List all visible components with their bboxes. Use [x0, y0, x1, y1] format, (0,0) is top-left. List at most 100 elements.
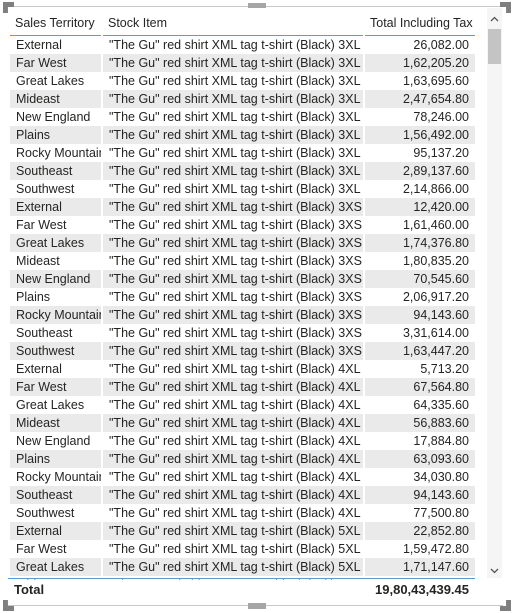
table-row[interactable]: Southeast "The Gu" red shirt XML tag t-sh…: [9, 324, 476, 342]
cell-sales-territory: Plains: [16, 290, 51, 304]
cell-total-including-tax: 1,63,695.60: [402, 74, 469, 88]
column-header-sales-territory[interactable]: Sales Territory: [9, 8, 102, 36]
total-row-label: Total: [14, 582, 45, 597]
cell-sales-territory: New England: [16, 110, 91, 124]
data-table: Sales Territory Stock Item Total Includi…: [8, 8, 477, 594]
cell-total-including-tax: 3,31,614.00: [402, 326, 469, 340]
cell-sales-territory: Mideast: [16, 254, 60, 268]
cell-total-including-tax: 95,137.20: [413, 146, 469, 160]
table-header-row: Sales Territory Stock Item Total Includi…: [9, 8, 476, 36]
table-row[interactable]: Plains "The Gu" red shirt XML tag t-shirt…: [8, 126, 477, 144]
column-header-total-including-tax[interactable]: Total Including Tax: [364, 8, 476, 36]
table-row[interactable]: Mideast"The Gu" red shirt XML tag t-shir…: [9, 252, 476, 270]
cell-stock-item: "The Gu" red shirt XML tag t-shirt (Blac…: [109, 182, 361, 196]
table-row[interactable]: Mideast"The Gu" red shirt XML tag t-shir…: [8, 90, 477, 108]
resize-handle-bottom-center[interactable]: [248, 603, 266, 609]
cell-total-including-tax: 22,852.80: [363, 522, 477, 540]
table-row[interactable]: Southwest "The Gu" red shirt XML tag t-sh…: [9, 504, 476, 522]
cell-stock-item: "The Gu" red shirt XML tag t-shirt (Blac…: [101, 342, 365, 360]
table-row[interactable]: Rocky Mountain "The Gu" red shirt XML tag…: [8, 306, 477, 324]
table-row[interactable]: Far West "The Gu" red shirt XML tag t-shi…: [8, 54, 477, 72]
table-body: External "The Gu" red shirt XML tag t-shi…: [8, 36, 477, 595]
table-row[interactable]: Mideast"The Gu" red shirt XML tag t-shir…: [8, 414, 477, 432]
table-scroll-area[interactable]: Sales Territory Stock Item Total Includi…: [8, 8, 505, 598]
cell-stock-item: "The Gu" red shirt XML tag t-shirt (Blac…: [109, 506, 361, 520]
cell-total-including-tax: 2,06,917.20: [402, 290, 469, 304]
table-row[interactable]: Far West "The Gu" red shirt XML tag t-shi…: [9, 540, 476, 558]
cell-total-including-tax: 17,884.80: [413, 434, 469, 448]
table-row[interactable]: Southeast "The Gu" red shirt XML tag t-sh…: [8, 486, 477, 504]
cell-total-including-tax: 70,545.60: [363, 270, 477, 288]
cell-stock-item: "The Gu" red shirt XML tag t-shirt (Blac…: [109, 110, 361, 124]
cell-sales-territory: External: [8, 198, 103, 216]
cell-sales-territory: Plains: [8, 126, 103, 144]
cell-sales-territory: Great Lakes: [16, 398, 85, 412]
table-row[interactable]: New England "The Gu" red shirt XML tag t-…: [8, 270, 477, 288]
cell-total-including-tax: 1,63,447.20: [363, 342, 477, 360]
cell-stock-item: "The Gu" red shirt XML tag t-shirt (Blac…: [101, 558, 365, 576]
table-row[interactable]: Great Lakes "The Gu" red shirt XML tag t-…: [9, 396, 476, 414]
cell-total-including-tax: 2,89,137.60: [363, 162, 477, 180]
cell-total-including-tax: 63,093.60: [363, 450, 477, 468]
cell-sales-territory: Southwest: [8, 342, 103, 360]
table-row[interactable]: Southeast "The Gu" red shirt XML tag t-sh…: [8, 162, 477, 180]
table-row[interactable]: Rocky Mountain "The Gu" red shirt XML tag…: [9, 144, 476, 162]
table-row[interactable]: Far West "The Gu" red shirt XML tag t-shi…: [8, 378, 477, 396]
table-row[interactable]: External "The Gu" red shirt XML tag t-shi…: [8, 198, 477, 216]
cell-stock-item: "The Gu" red shirt XML tag t-shirt (Blac…: [109, 74, 361, 88]
cell-sales-territory: Southwest: [16, 182, 75, 196]
cell-stock-item: "The Gu" red shirt XML tag t-shirt (Blac…: [109, 326, 362, 340]
cell-sales-territory: Mideast: [8, 90, 103, 108]
cell-stock-item: "The Gu" red shirt XML tag t-shirt (Blac…: [101, 306, 365, 324]
cell-stock-item: "The Gu" red shirt XML tag t-shirt (Blac…: [101, 522, 365, 540]
cell-stock-item: "The Gu" red shirt XML tag t-shirt (Blac…: [101, 90, 365, 108]
table-row[interactable]: New England "The Gu" red shirt XML tag t-…: [9, 108, 476, 126]
table-row[interactable]: Plains "The Gu" red shirt XML tag t-shirt…: [8, 450, 477, 468]
cell-stock-item: "The Gu" red shirt XML tag t-shirt (Blac…: [109, 218, 362, 232]
table-row[interactable]: Plains "The Gu" red shirt XML tag t-shirt…: [9, 288, 476, 306]
total-row: Total 19,80,43,439.45: [8, 580, 475, 599]
cell-total-including-tax: 1,80,835.20: [402, 254, 469, 268]
cell-total-including-tax: 1,74,376.80: [363, 234, 477, 252]
table-row[interactable]: Great Lakes "The Gu" red shirt XML tag t-…: [8, 234, 477, 252]
scroll-up-button[interactable]: [487, 11, 502, 26]
table-row[interactable]: External "The Gu" red shirt XML tag t-shi…: [9, 360, 476, 378]
cell-total-including-tax: 78,246.00: [413, 110, 469, 124]
cell-stock-item: "The Gu" red shirt XML tag t-shirt (Blac…: [109, 542, 361, 556]
cell-total-including-tax: 64,335.60: [413, 398, 469, 412]
cell-total-including-tax: 77,500.80: [413, 506, 469, 520]
table-row[interactable]: Southwest "The Gu" red shirt XML tag t-sh…: [8, 342, 477, 360]
cell-stock-item: "The Gu" red shirt XML tag t-shirt (Blac…: [109, 146, 361, 160]
resize-handle-bottom-left[interactable]: [3, 600, 14, 611]
table-row[interactable]: New England "The Gu" red shirt XML tag t-…: [9, 432, 476, 450]
cell-stock-item: "The Gu" red shirt XML tag t-shirt (Blac…: [109, 470, 361, 484]
table-row[interactable]: Great Lakes "The Gu" red shirt XML tag t-…: [9, 72, 476, 90]
cell-sales-territory: External: [16, 38, 62, 52]
table-row[interactable]: External "The Gu" red shirt XML tag t-shi…: [9, 36, 476, 55]
cell-stock-item: "The Gu" red shirt XML tag t-shirt (Blac…: [109, 434, 361, 448]
cell-stock-item: "The Gu" red shirt XML tag t-shirt (Blac…: [109, 362, 361, 376]
resize-handle-bottom-right[interactable]: [500, 600, 511, 611]
table-row[interactable]: Southwest "The Gu" red shirt XML tag t-sh…: [9, 180, 476, 198]
cell-sales-territory: Rocky Mountain: [16, 470, 102, 484]
cell-stock-item: "The Gu" red shirt XML tag t-shirt (Blac…: [101, 126, 365, 144]
cell-total-including-tax: 94,143.60: [363, 306, 477, 324]
table-row[interactable]: Rocky Mountain "The Gu" red shirt XML tag…: [9, 468, 476, 486]
cell-sales-territory: Far West: [8, 378, 103, 396]
cell-sales-territory: Great Lakes: [8, 558, 103, 576]
scrollbar-thumb[interactable]: [488, 29, 501, 64]
cell-sales-territory: Southeast: [16, 326, 73, 340]
cell-sales-territory: Far West: [8, 54, 103, 72]
table-row[interactable]: Far West "The Gu" red shirt XML tag t-shi…: [9, 216, 476, 234]
column-header-stock-item[interactable]: Stock Item: [102, 8, 364, 36]
table-row[interactable]: External "The Gu" red shirt XML tag t-shi…: [8, 522, 477, 540]
cell-stock-item: "The Gu" red shirt XML tag t-shirt (Blac…: [101, 450, 365, 468]
cell-sales-territory: Plains: [8, 450, 103, 468]
scroll-down-button[interactable]: [487, 563, 502, 578]
cell-total-including-tax: 1,61,460.00: [402, 218, 469, 232]
vertical-scrollbar[interactable]: [487, 8, 502, 578]
cell-sales-territory: New England: [8, 270, 103, 288]
cell-total-including-tax: 1,59,472.80: [402, 542, 469, 556]
cell-sales-territory: Rocky Mountain: [16, 146, 102, 160]
table-row[interactable]: Great Lakes "The Gu" red shirt XML tag t-…: [8, 558, 477, 576]
